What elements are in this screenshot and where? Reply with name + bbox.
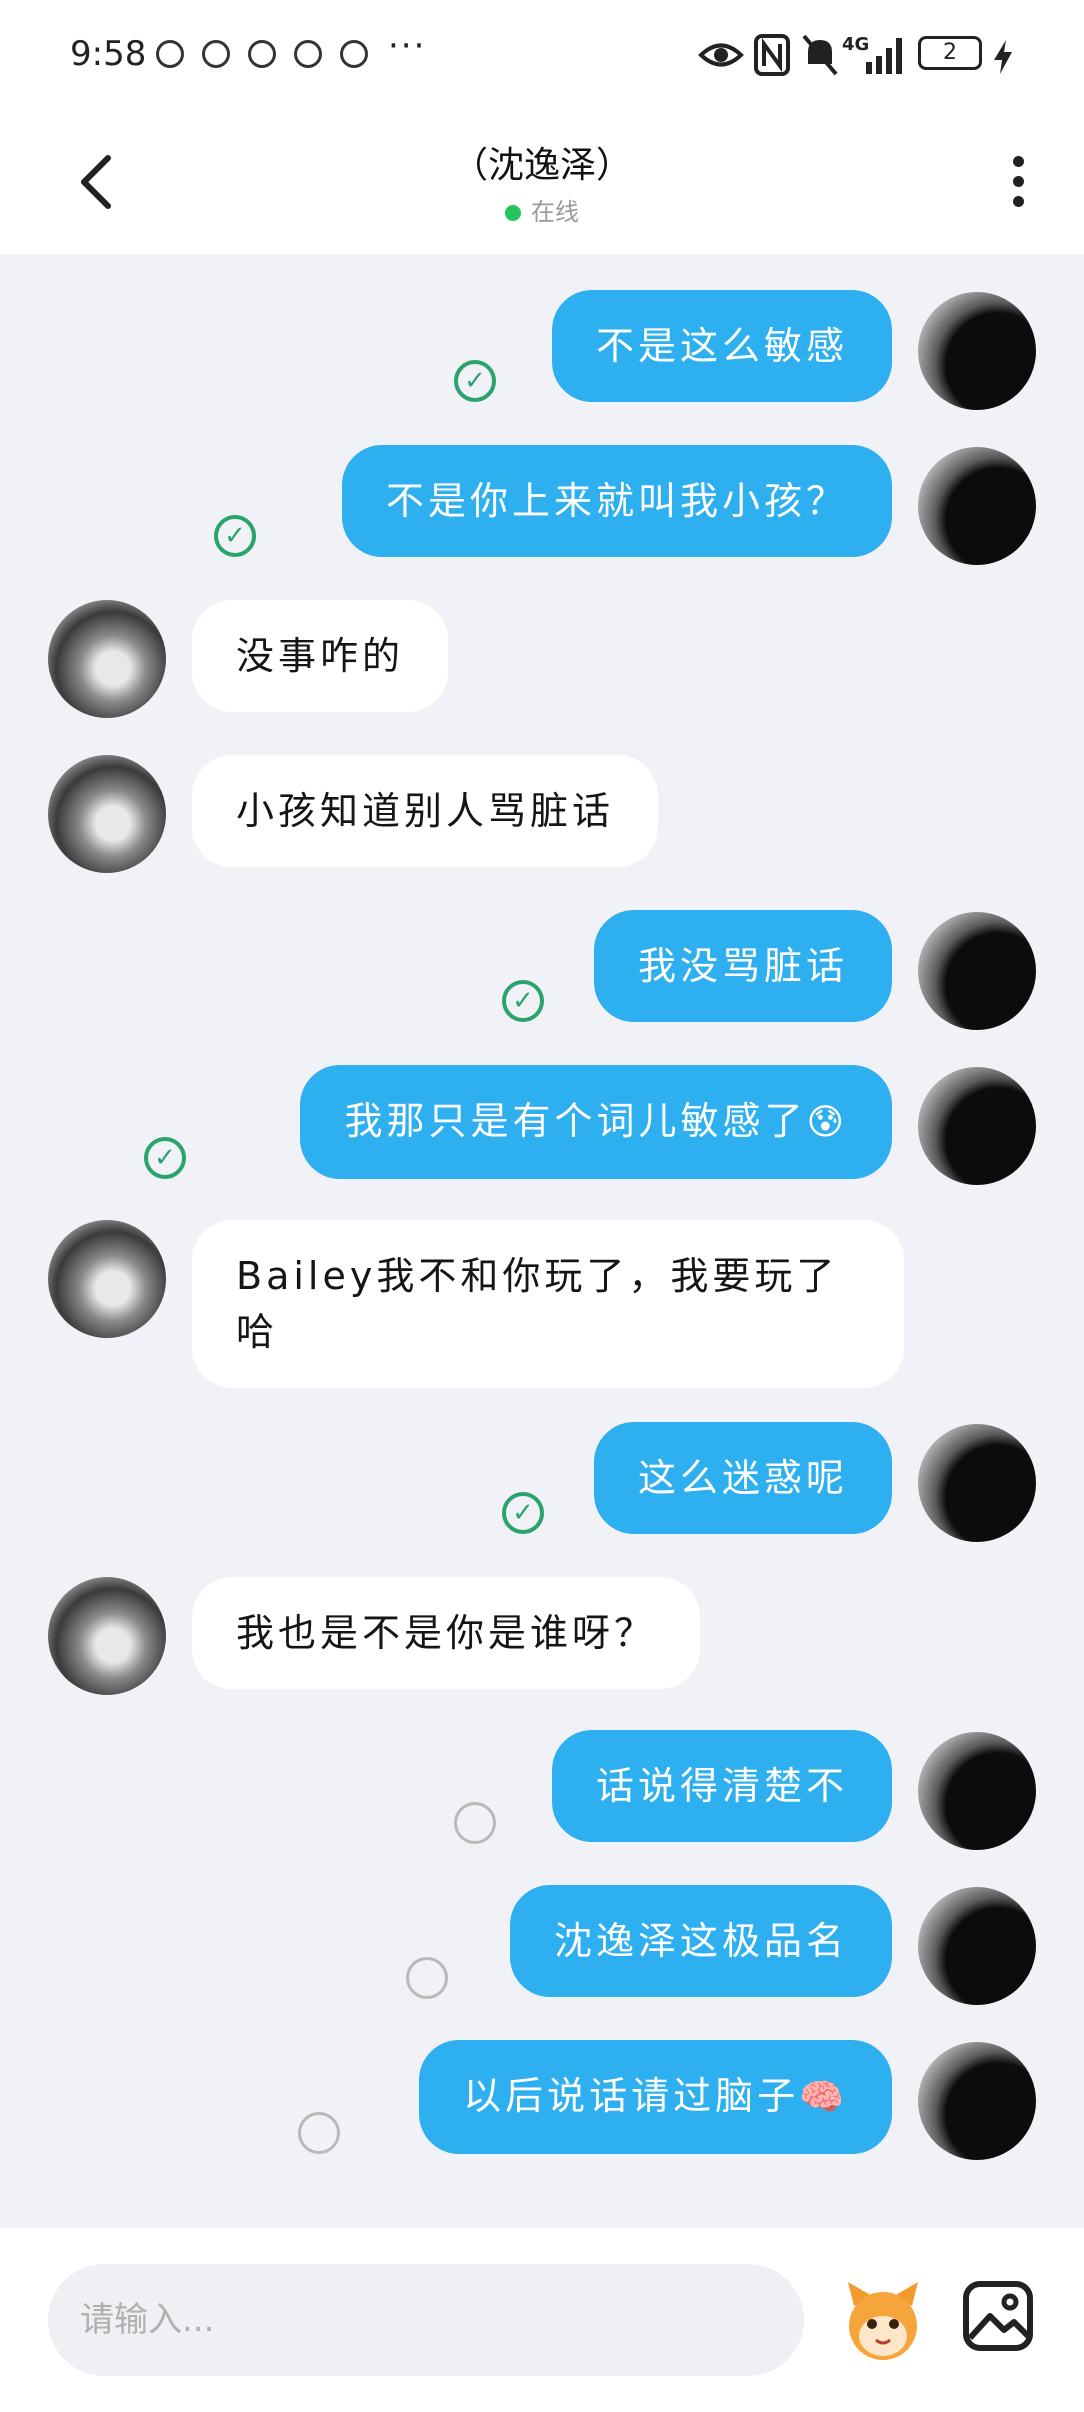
sent-status-icon	[454, 1802, 496, 1844]
avatar[interactable]	[48, 755, 166, 873]
brain-emoji-icon: 🧠	[799, 2077, 848, 2118]
message-bubble[interactable]: 话说得清楚不	[551, 1730, 892, 1842]
mute-icon	[802, 34, 838, 76]
message-bubble[interactable]: 我没骂脏话	[593, 910, 892, 1022]
charging-icon	[994, 40, 1012, 74]
more-options-button[interactable]	[1000, 150, 1036, 214]
sweat-emoji-icon: 😰	[806, 1102, 848, 1143]
dot	[1012, 176, 1024, 187]
message-bubble[interactable]: 小孩知道别人骂脏话	[192, 755, 659, 867]
input-bar	[0, 2228, 1084, 2412]
sticker-mascot-button[interactable]	[838, 2276, 928, 2366]
message-bubble[interactable]: 不是这么敏感	[551, 290, 892, 402]
battery-icon: 2	[918, 36, 982, 70]
sent-status-icon	[406, 1957, 448, 1999]
more-notifications-icon: ···	[388, 26, 427, 66]
notification-icon	[248, 40, 276, 68]
read-check-icon: ✓	[454, 360, 496, 402]
avatar[interactable]	[48, 1577, 166, 1695]
read-check-icon: ✓	[144, 1137, 186, 1179]
online-status-label: 在线	[531, 198, 579, 226]
avatar[interactable]	[918, 1067, 1036, 1185]
message-bubble[interactable]: 没事咋的	[192, 600, 449, 712]
notification-icon	[156, 40, 184, 68]
avatar[interactable]	[48, 600, 166, 718]
read-check-icon: ✓	[502, 980, 544, 1022]
avatar[interactable]	[918, 292, 1036, 410]
dot	[1012, 196, 1024, 207]
message-bubble[interactable]: 我也是不是你是谁呀？	[192, 1577, 701, 1689]
avatar[interactable]	[918, 1732, 1036, 1850]
message-bubble[interactable]: 这么迷惑呢	[593, 1422, 892, 1534]
message-bubble[interactable]: 我那只是有个词儿敏感了😰	[300, 1065, 892, 1179]
online-status: 在线	[0, 192, 1084, 227]
notification-icon	[340, 40, 368, 68]
chat-header: （沈逸泽） 在线	[0, 110, 1084, 254]
contact-name: （沈逸泽）	[451, 145, 632, 186]
status-bar: 9:58 ··· 4G 2	[0, 0, 1084, 110]
message-bubble[interactable]: 不是你上来就叫我小孩？	[341, 445, 892, 557]
message-bubble[interactable]: Bailey我不和你玩了，我要玩了哈	[192, 1220, 904, 1388]
sent-status-icon	[298, 2112, 340, 2154]
notification-icon	[202, 40, 230, 68]
message-bubble[interactable]: 沈逸泽这极品名	[509, 1885, 892, 1997]
online-dot-icon	[505, 205, 521, 221]
status-time: 9:58	[70, 34, 147, 74]
read-check-icon: ✓	[214, 515, 256, 557]
nfc-icon	[754, 34, 790, 76]
avatar[interactable]	[918, 1424, 1036, 1542]
signal-icon	[866, 38, 902, 74]
message-input[interactable]	[48, 2264, 804, 2376]
avatar[interactable]	[918, 2042, 1036, 2160]
avatar[interactable]	[918, 1887, 1036, 2005]
image-picker-button[interactable]	[962, 2280, 1034, 2352]
avatar[interactable]	[918, 912, 1036, 1030]
avatar[interactable]	[48, 1220, 166, 1338]
dot	[1012, 156, 1024, 167]
notification-icon	[294, 40, 322, 68]
avatar[interactable]	[918, 447, 1036, 565]
message-bubble[interactable]: 以后说话请过脑子🧠	[419, 2040, 892, 2154]
read-check-icon: ✓	[502, 1492, 544, 1534]
eye-icon	[698, 43, 744, 67]
